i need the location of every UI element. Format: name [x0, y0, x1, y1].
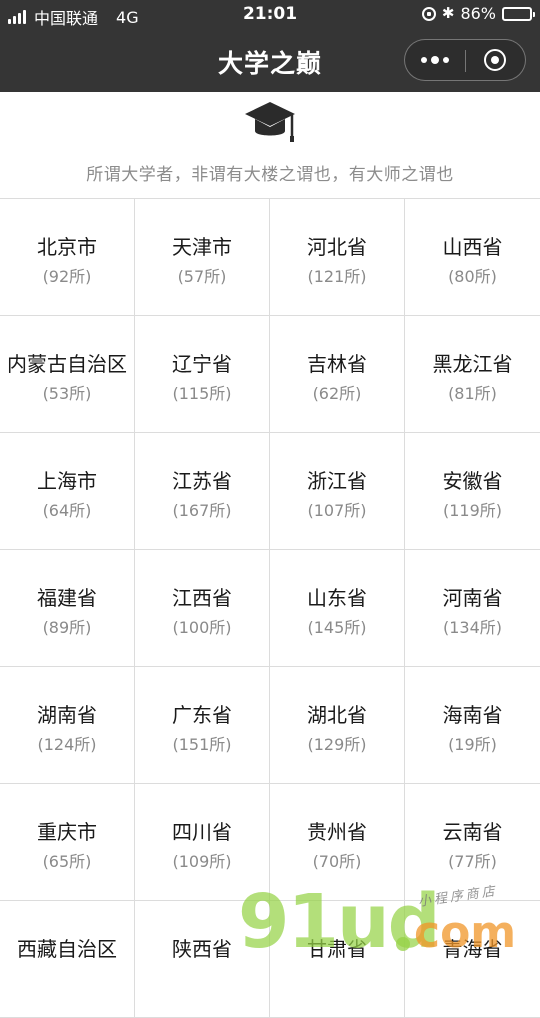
battery-icon [502, 6, 535, 21]
more-dots-icon [431, 56, 439, 64]
university-count: (151所) [172, 735, 232, 754]
province-name: 天津市 [172, 235, 232, 259]
university-count: (129所) [307, 735, 367, 754]
university-count: (134所) [442, 618, 503, 637]
more-dots-icon [443, 57, 449, 63]
province-cell[interactable]: 上海市 (64所) [0, 433, 135, 550]
province-name: 山西省 [442, 235, 503, 259]
rotation-lock-icon [421, 6, 436, 21]
university-count: (19所) [448, 735, 497, 754]
province-cell[interactable]: 辽宁省 (115所) [135, 316, 270, 433]
province-name: 四川省 [172, 820, 232, 844]
university-count: (100所) [172, 618, 232, 637]
province-cell[interactable]: 江苏省 (167所) [135, 433, 270, 550]
province-name: 海南省 [442, 703, 503, 727]
motto-text: 所谓大学者，非谓有大楼之谓也，有大师之谓也 [86, 165, 454, 185]
graduation-cap-icon [245, 102, 295, 142]
university-count: (107所) [307, 501, 367, 520]
province-cell[interactable]: 海南省 (19所) [405, 667, 540, 784]
province-name: 陕西省 [172, 937, 232, 961]
province-name: 辽宁省 [172, 352, 232, 376]
mini-program-capsule [404, 39, 526, 81]
university-count: (70所) [312, 852, 362, 871]
university-count: (62所) [312, 384, 362, 403]
university-count: (167所) [172, 501, 232, 520]
university-count: (92所) [42, 267, 92, 286]
top-bar: 中国联通 4G 21:01 ✱ 86% 大学之巅 [0, 0, 540, 92]
close-mini-program-button[interactable] [465, 40, 525, 80]
province-name: 北京市 [37, 235, 97, 259]
province-name: 内蒙古自治区 [7, 352, 127, 376]
header-section: 所谓大学者，非谓有大楼之谓也，有大师之谓也 [0, 92, 540, 198]
province-cell[interactable]: 江西省 (100所) [135, 550, 270, 667]
university-count: (53所) [42, 384, 92, 403]
province-cell[interactable]: 湖北省 (129所) [270, 667, 405, 784]
province-cell[interactable]: 内蒙古自治区 (53所) [0, 316, 135, 433]
province-cell[interactable]: 天津市 (57所) [135, 199, 270, 316]
more-menu-button[interactable] [405, 40, 465, 80]
university-count: (121所) [307, 267, 367, 286]
title-bar: 大学之巅 [0, 30, 540, 92]
province-cell[interactable]: 湖南省 (124所) [0, 667, 135, 784]
province-cell[interactable]: 山东省 (145所) [270, 550, 405, 667]
province-name: 广东省 [172, 703, 232, 727]
province-cell[interactable]: 安徽省 (119所) [405, 433, 540, 550]
province-name: 重庆市 [37, 820, 97, 844]
province-name: 青海省 [442, 937, 503, 961]
province-name: 福建省 [37, 586, 97, 610]
province-cell[interactable]: 黑龙江省 (81所) [405, 316, 540, 433]
more-dots-icon [421, 57, 427, 63]
province-cell[interactable]: 福建省 (89所) [0, 550, 135, 667]
university-count: (57所) [177, 267, 227, 286]
university-count: (77所) [448, 852, 497, 871]
province-cell[interactable]: 浙江省 (107所) [270, 433, 405, 550]
province-name: 江西省 [172, 586, 232, 610]
status-right: ✱ 86% [421, 4, 535, 23]
status-bar: 中国联通 4G 21:01 ✱ 86% [0, 0, 540, 30]
province-cell[interactable]: 贵州省 (70所) [270, 784, 405, 901]
university-count: (124所) [37, 735, 97, 754]
province-cell[interactable]: 山西省 (80所) [405, 199, 540, 316]
university-count: (80所) [448, 267, 497, 286]
province-name: 甘肃省 [307, 937, 367, 961]
province-name: 浙江省 [307, 469, 367, 493]
province-name: 吉林省 [307, 352, 367, 376]
university-count: (115所) [172, 384, 232, 403]
province-cell[interactable]: 吉林省 (62所) [270, 316, 405, 433]
province-name: 江苏省 [172, 469, 232, 493]
province-name: 黑龙江省 [432, 352, 513, 376]
university-count: (64所) [42, 501, 92, 520]
province-cell[interactable]: 广东省 (151所) [135, 667, 270, 784]
target-circle-icon [484, 49, 506, 71]
province-name: 山东省 [307, 586, 367, 610]
university-count: (89所) [42, 618, 92, 637]
province-name: 湖北省 [307, 703, 367, 727]
university-count: (81所) [448, 384, 497, 403]
province-cell[interactable]: 北京市 (92所) [0, 199, 135, 316]
university-count: (65所) [42, 852, 92, 871]
province-grid: 北京市 (92所) 天津市 (57所) 河北省 (121所) 山西省 (80所) 内蒙古自治区 (… [0, 198, 540, 1018]
province-name: 湖南省 [37, 703, 97, 727]
province-cell[interactable]: 河北省 (121所) [270, 199, 405, 316]
university-count: (119所) [442, 501, 503, 520]
province-name: 云南省 [442, 820, 503, 844]
province-cell[interactable]: 云南省 (77所) [405, 784, 540, 901]
province-cell[interactable]: 四川省 (109所) [135, 784, 270, 901]
university-count: (109所) [172, 852, 232, 871]
province-name: 河北省 [307, 235, 367, 259]
province-name: 河南省 [442, 586, 503, 610]
battery-percent: 86% [460, 4, 496, 23]
province-cell[interactable]: 重庆市 (65所) [0, 784, 135, 901]
province-name: 上海市 [37, 469, 97, 493]
province-name: 贵州省 [307, 820, 367, 844]
university-count: (145所) [307, 618, 367, 637]
province-name: 西藏自治区 [17, 937, 117, 961]
bluetooth-icon: ✱ [441, 4, 455, 22]
province-cell[interactable]: 河南省 (134所) [405, 550, 540, 667]
province-name: 安徽省 [442, 469, 503, 493]
